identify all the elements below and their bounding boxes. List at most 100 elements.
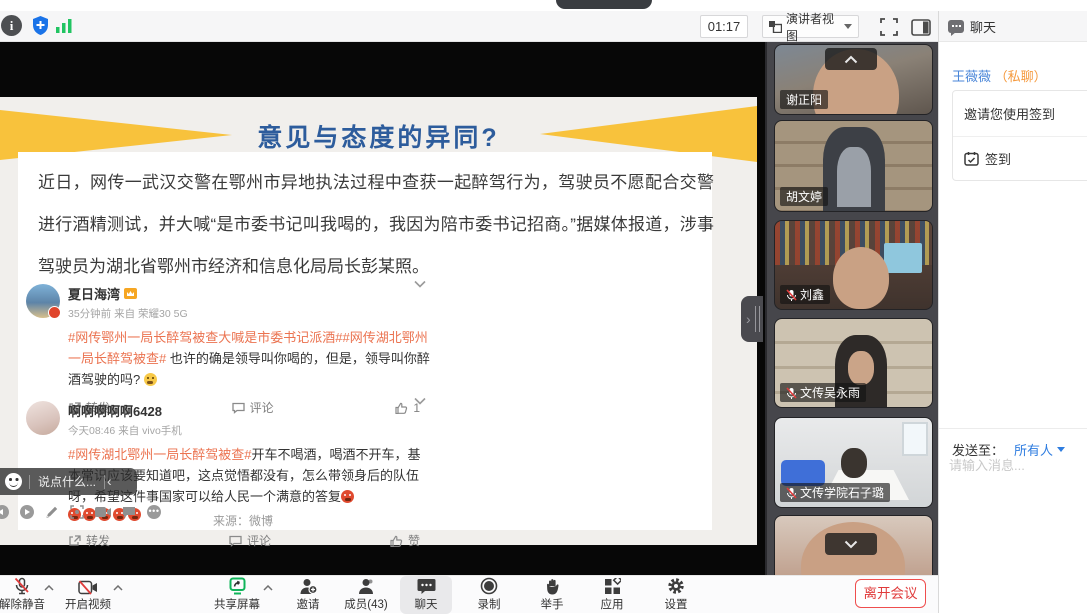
chat-message-input[interactable] [949, 458, 1079, 473]
source-label: 来源：微博 [213, 512, 273, 529]
unmute-button[interactable]: 解除静音 [0, 577, 50, 612]
post-meta: 今天08:46 来自 vivo手机 [68, 423, 430, 438]
chat-panel-header: 聊天 [939, 11, 1087, 42]
meeting-topbar: i 01:17 演讲者视图 [0, 11, 938, 42]
chat-panel: 聊天 王薇薇 （私聊） 邀请您使用签到 签到 发送至： 所有人 [938, 0, 1087, 613]
meeting-timer: 01:17 [700, 15, 748, 38]
post-meta: 35分钟前 来自 荣耀30 5G [68, 306, 430, 321]
avatar[interactable] [26, 401, 60, 435]
gear-icon [648, 577, 704, 595]
view-mode-dropdown[interactable]: 演讲者视图 [762, 15, 859, 38]
share-screen-icon [209, 577, 265, 595]
previous-icon[interactable] [0, 505, 9, 519]
video-tile[interactable]: 刘鑫 [774, 220, 933, 310]
more-icon[interactable]: ••• [147, 505, 161, 519]
chat-button[interactable]: 聊天 [398, 577, 454, 612]
raise-hand-button[interactable]: 举手 [524, 577, 580, 612]
news-paragraph: 近日，网传一武汉交警在鄂州市异地执法过程中查获一起醉驾行为，驾驶员不愿配合交警进… [38, 162, 714, 288]
vip-badge-icon [124, 288, 137, 299]
post-username[interactable]: 啊啊啊啊啊6428 [68, 401, 162, 420]
capture-frame-icon[interactable] [70, 505, 84, 519]
shared-screen-area: 意见与态度的异同? 近日，网传一武汉交警在鄂州市异地执法过程中查获一起醉驾行为，… [0, 42, 765, 575]
person-icon [336, 577, 396, 595]
collapse-left-icon[interactable]: ‹ [107, 473, 112, 489]
invite-button[interactable]: 邀请 [280, 577, 336, 612]
video-tile[interactable]: 文传吴永雨 [774, 318, 933, 408]
play-icon[interactable] [20, 505, 34, 519]
doubt-emoji-icon [144, 373, 157, 386]
player-controls: ••• [0, 505, 161, 519]
drag-grip [755, 306, 760, 332]
start-video-button[interactable]: 开启视频 [60, 577, 116, 612]
participant-name: 胡文婷 [780, 187, 828, 206]
repost-button[interactable]: 转发 [68, 532, 110, 549]
post-hashtags[interactable]: #网传湖北鄂州一局长醉驾被查# [68, 447, 251, 462]
private-chat-tag: （私聊） [995, 69, 1047, 84]
sender-name[interactable]: 王薇薇 [952, 69, 991, 84]
leave-meeting-button[interactable]: 离开会议 [855, 579, 926, 608]
video-options-chevron[interactable] [113, 585, 123, 591]
send-to-selector[interactable]: 所有人 [1014, 440, 1053, 459]
person-add-icon [280, 577, 336, 595]
avatar[interactable] [26, 284, 60, 318]
angry-emoji-icon [341, 490, 354, 503]
participant-name: 文传学院石子璐 [780, 483, 890, 502]
participant-name: 文传吴永雨 [780, 383, 866, 402]
mic-muted-icon [0, 577, 50, 595]
post-username[interactable]: 夏日海湾 [68, 284, 120, 303]
share-options-chevron[interactable] [263, 585, 273, 591]
chat-panel-title: 聊天 [970, 17, 996, 36]
calendar-check-icon [964, 151, 979, 166]
window-top-strip [0, 0, 1087, 11]
pencil-icon[interactable] [45, 505, 59, 519]
chat-message-sender: 王薇薇 （私聊） [952, 66, 1047, 85]
comment-button[interactable]: 评论 [229, 532, 271, 549]
members-button[interactable]: 成员(43) [336, 577, 396, 612]
record-button[interactable]: 录制 [461, 577, 517, 612]
meeting-toolbar: 解除静音 开启视频 共享屏幕 邀请 成员(43) 聊天 [0, 575, 938, 613]
chat-bubble-icon [398, 577, 454, 595]
share-screen-button[interactable]: 共享屏幕 [209, 577, 265, 612]
message-icon[interactable] [122, 506, 136, 519]
video-tile[interactable]: 胡文婷 [774, 120, 933, 212]
side-panel-toggle-icon[interactable] [911, 19, 931, 36]
scroll-up-button[interactable] [825, 48, 877, 70]
presentation-slide: 意见与态度的异同? 近日，网传一武汉交警在鄂州市异地执法过程中查获一起醉驾行为，… [0, 97, 757, 545]
fullscreen-icon[interactable] [880, 18, 898, 36]
panel-expand-handle[interactable]: › [741, 296, 763, 342]
slide-title: 意见与态度的异同? [120, 118, 637, 154]
mic-muted-icon [786, 387, 797, 399]
hand-icon [524, 577, 580, 595]
network-signal-icon[interactable] [56, 19, 72, 33]
comment-input-bar[interactable]: 说点什么... ‹ [0, 468, 137, 495]
chevron-down-icon [844, 24, 852, 29]
record-icon [461, 577, 517, 595]
info-icon[interactable]: i [1, 15, 22, 36]
comment-placeholder[interactable]: 说点什么... [38, 473, 96, 490]
mic-muted-icon [786, 289, 797, 301]
shield-protect-icon[interactable] [31, 15, 50, 36]
camera-icon[interactable] [95, 506, 111, 518]
mic-options-chevron[interactable] [44, 585, 54, 591]
chevron-right-icon: › [746, 311, 751, 327]
apps-button[interactable]: 应用 [584, 577, 640, 612]
like-button[interactable]: 赞 [390, 532, 420, 549]
apps-grid-icon [584, 577, 640, 595]
signin-prompt: 邀请您使用签到 [953, 91, 1087, 136]
participant-video-strip: 谢正阳 胡文婷 刘鑫 文传吴永雨 文传学院石子璐 [765, 42, 938, 613]
signin-button[interactable]: 签到 [953, 137, 1087, 180]
emoji-picker-icon[interactable] [5, 473, 22, 490]
layout-view-icon [769, 21, 782, 33]
view-mode-label: 演讲者视图 [786, 10, 840, 44]
chat-bubble-icon [948, 20, 964, 33]
send-to-label: 发送至： [952, 440, 1004, 459]
signin-invite-card: 邀请您使用签到 签到 [952, 90, 1087, 181]
participant-name: 谢正阳 [780, 90, 828, 109]
meeting-info-collapsed-tab[interactable] [556, 0, 652, 9]
participant-name: 刘鑫 [780, 285, 830, 304]
chevron-down-icon [1057, 447, 1065, 452]
scroll-down-button[interactable] [825, 533, 877, 555]
camera-off-icon [60, 577, 116, 595]
settings-button[interactable]: 设置 [648, 577, 704, 612]
video-tile[interactable]: 文传学院石子璐 [774, 417, 933, 508]
